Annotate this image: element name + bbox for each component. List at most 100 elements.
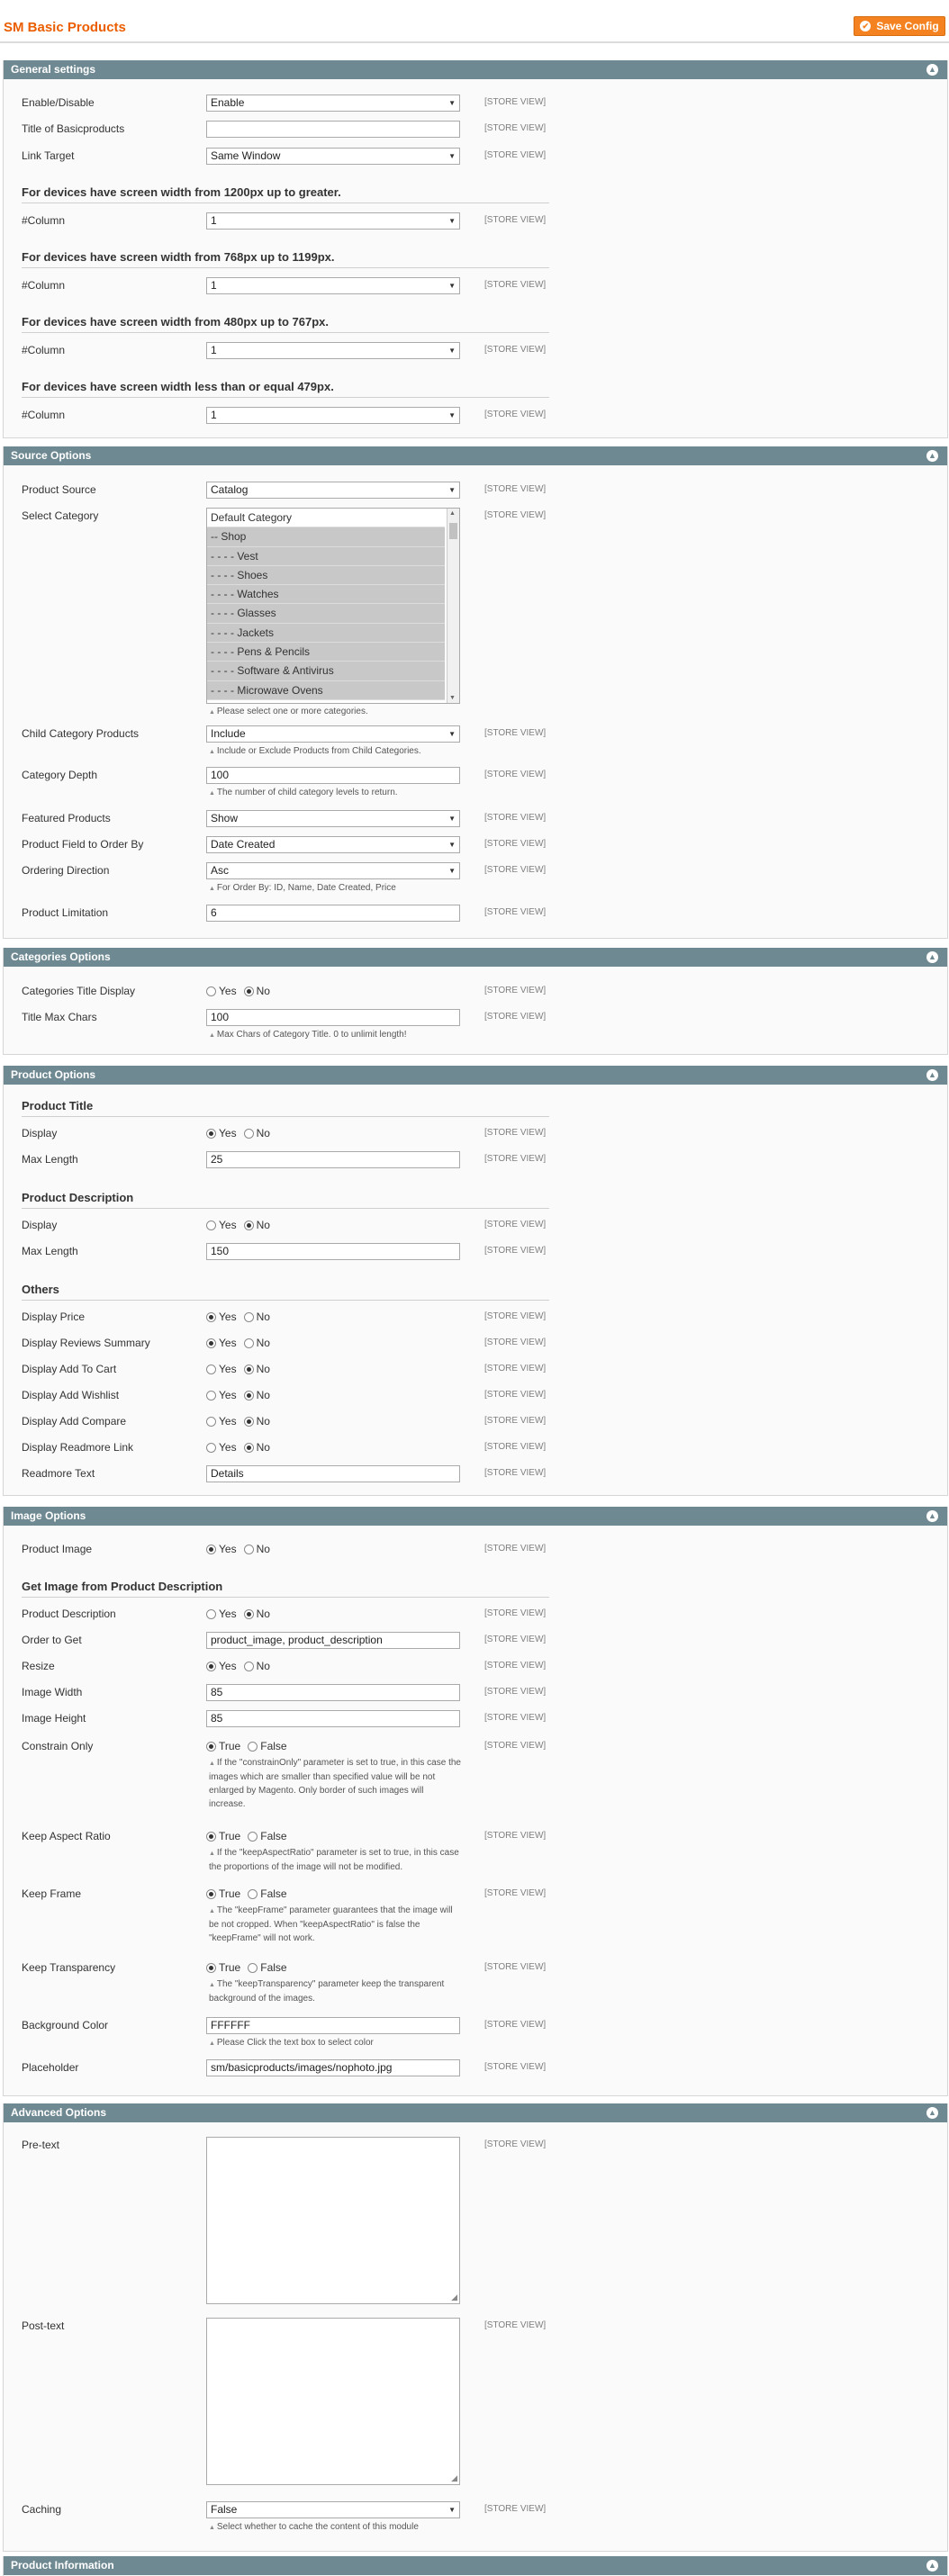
collapse-icon[interactable]: ▲	[926, 450, 938, 462]
radio-no[interactable]: No	[243, 984, 270, 998]
category-multiselect[interactable]: Default Category -- Shop - - - - Vest - …	[206, 508, 460, 704]
radio-button[interactable]	[206, 1364, 216, 1374]
post-text-textarea[interactable]: ◢	[206, 2318, 460, 2485]
radio-button[interactable]	[206, 1338, 216, 1348]
radio-button[interactable]	[206, 1741, 216, 1752]
scroll-up-icon[interactable]: ▲	[449, 510, 456, 517]
title-max-length-input[interactable]: 25	[206, 1151, 460, 1168]
radio-button[interactable]	[248, 1831, 258, 1842]
radio-yes[interactable]: Yes	[206, 1362, 237, 1376]
column-select-3[interactable]: 1	[206, 342, 460, 359]
image-height-input[interactable]: 85	[206, 1710, 460, 1727]
radio-button[interactable]	[243, 1311, 254, 1322]
category-option[interactable]: - - - - Vest	[207, 546, 445, 566]
collapse-icon[interactable]: ▲	[926, 2107, 938, 2119]
category-option[interactable]: - - - - Shoes	[207, 565, 445, 586]
radio-button[interactable]	[243, 1661, 254, 1671]
link-target-select[interactable]: Same Window	[206, 148, 460, 165]
product-limit-input[interactable]: 6	[206, 905, 460, 922]
radio-no[interactable]: No	[243, 1218, 270, 1232]
radio-yes[interactable]: Yes	[206, 1542, 237, 1556]
radio-yes[interactable]: Yes	[206, 1659, 237, 1673]
radio-button[interactable]	[206, 1608, 216, 1619]
pre-text-textarea[interactable]: ◢	[206, 2137, 460, 2304]
radio-button[interactable]	[206, 1390, 216, 1401]
general-settings-header[interactable]: General settings ▲	[4, 60, 947, 79]
save-config-button[interactable]: ✔ Save Config	[854, 16, 945, 36]
radio-button[interactable]	[206, 1128, 216, 1139]
advanced-options-header[interactable]: Advanced Options ▲	[4, 2103, 947, 2122]
category-option[interactable]: - - - - Pens & Pencils	[207, 643, 445, 662]
radio-button[interactable]	[248, 1888, 258, 1899]
order-direction-select[interactable]: Asc	[206, 862, 460, 879]
category-scrollbar[interactable]: ▲ ▼	[447, 509, 459, 703]
collapse-icon[interactable]: ▲	[926, 1069, 938, 1081]
radio-button[interactable]	[206, 1220, 216, 1230]
radio-yes[interactable]: Yes	[206, 1310, 237, 1324]
collapse-icon[interactable]: ▲	[926, 951, 938, 963]
category-option[interactable]: - - - - Glasses	[207, 604, 445, 624]
radio-button[interactable]	[243, 1608, 254, 1619]
radio-true[interactable]: True	[206, 1887, 240, 1901]
source-options-header[interactable]: Source Options ▲	[4, 446, 947, 465]
image-options-header[interactable]: Image Options ▲	[4, 1507, 947, 1526]
radio-button[interactable]	[243, 1544, 254, 1554]
radio-yes[interactable]: Yes	[206, 1440, 237, 1455]
caching-select[interactable]: False	[206, 2501, 460, 2518]
radio-false[interactable]: False	[248, 1829, 287, 1843]
radio-yes[interactable]: Yes	[206, 1126, 237, 1140]
radio-button[interactable]	[243, 1364, 254, 1374]
title-input[interactable]	[206, 121, 460, 138]
category-option[interactable]: -- Shop	[207, 527, 445, 547]
scroll-down-icon[interactable]: ▼	[449, 695, 456, 701]
resize-handle-icon[interactable]: ◢	[451, 2292, 457, 2302]
radio-no[interactable]: No	[243, 1336, 270, 1350]
column-select-1[interactable]: 1	[206, 212, 460, 230]
radio-button[interactable]	[206, 1442, 216, 1453]
readmore-text-input[interactable]: Details	[206, 1465, 460, 1482]
scroll-thumb[interactable]	[449, 523, 457, 539]
radio-no[interactable]: No	[243, 1310, 270, 1324]
radio-true[interactable]: True	[206, 1960, 240, 1975]
product-source-select[interactable]: Catalog	[206, 482, 460, 499]
radio-true[interactable]: True	[206, 1829, 240, 1843]
radio-button[interactable]	[206, 1661, 216, 1671]
categories-options-header[interactable]: Categories Options ▲	[4, 948, 947, 967]
radio-yes[interactable]: Yes	[206, 1414, 237, 1428]
radio-button[interactable]	[243, 1390, 254, 1401]
radio-button[interactable]	[206, 1416, 216, 1427]
enable-select[interactable]: Enable	[206, 95, 460, 112]
radio-button[interactable]	[206, 1962, 216, 1973]
radio-yes[interactable]: Yes	[206, 1607, 237, 1621]
collapse-icon[interactable]: ▲	[926, 64, 938, 76]
radio-button[interactable]	[248, 1962, 258, 1973]
radio-no[interactable]: No	[243, 1542, 270, 1556]
radio-button[interactable]	[206, 1831, 216, 1842]
product-information-header[interactable]: Product Information ▲	[4, 2556, 947, 2575]
radio-false[interactable]: False	[248, 1739, 287, 1753]
radio-false[interactable]: False	[248, 1887, 287, 1901]
radio-no[interactable]: No	[243, 1126, 270, 1140]
collapse-icon[interactable]: ▲	[926, 1510, 938, 1522]
category-depth-input[interactable]: 100	[206, 767, 460, 784]
radio-button[interactable]	[206, 986, 216, 996]
radio-yes[interactable]: Yes	[206, 1218, 237, 1232]
order-field-select[interactable]: Date Created	[206, 836, 460, 853]
radio-button[interactable]	[243, 1128, 254, 1139]
radio-no[interactable]: No	[243, 1659, 270, 1673]
radio-no[interactable]: No	[243, 1414, 270, 1428]
category-option[interactable]: - - - - Jackets	[207, 623, 445, 644]
category-option[interactable]: - - - - Watches	[207, 585, 445, 605]
radio-button[interactable]	[206, 1888, 216, 1899]
radio-no[interactable]: No	[243, 1607, 270, 1621]
category-option[interactable]: - - - - Software & Antivirus	[207, 662, 445, 681]
collapse-icon[interactable]: ▲	[926, 2560, 938, 2571]
radio-button[interactable]	[243, 1338, 254, 1348]
radio-true[interactable]: True	[206, 1739, 240, 1753]
category-option[interactable]: - - - - Microwave Ovens	[207, 680, 445, 700]
radio-false[interactable]: False	[248, 1960, 287, 1975]
radio-yes[interactable]: Yes	[206, 984, 237, 998]
radio-button[interactable]	[243, 1416, 254, 1427]
resize-handle-icon[interactable]: ◢	[451, 2473, 457, 2483]
radio-yes[interactable]: Yes	[206, 1388, 237, 1402]
